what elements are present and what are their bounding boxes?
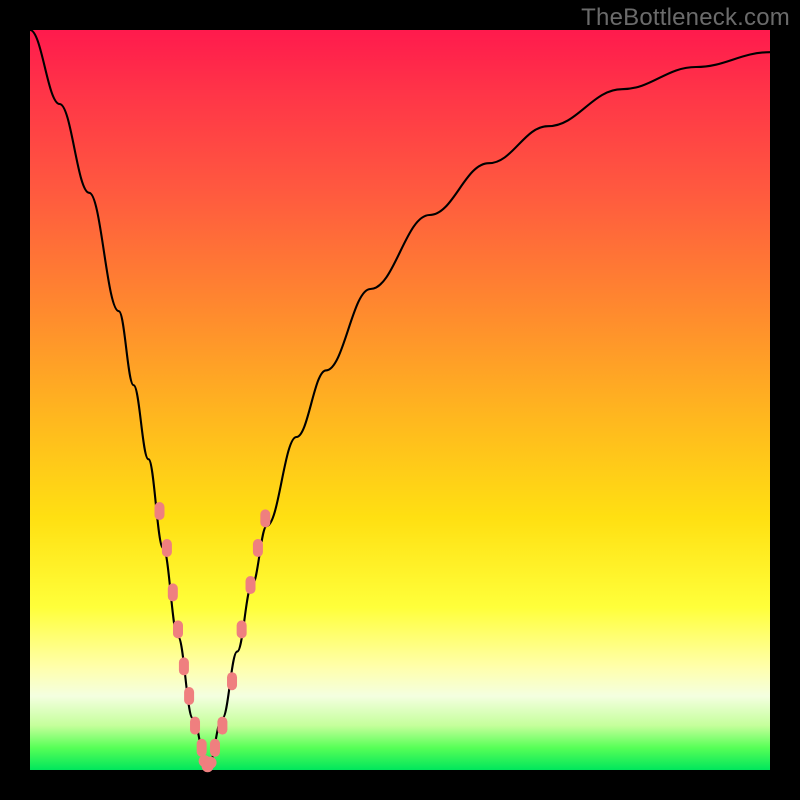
chart-frame: TheBottleneck.com	[0, 0, 800, 800]
data-markers-right	[210, 509, 270, 756]
curve-layer	[30, 30, 770, 770]
plot-area	[30, 30, 770, 770]
bottleneck-curve	[30, 30, 770, 770]
watermark-text: TheBottleneck.com	[581, 4, 790, 32]
data-markers-base	[199, 755, 217, 772]
data-markers-left	[155, 502, 207, 757]
